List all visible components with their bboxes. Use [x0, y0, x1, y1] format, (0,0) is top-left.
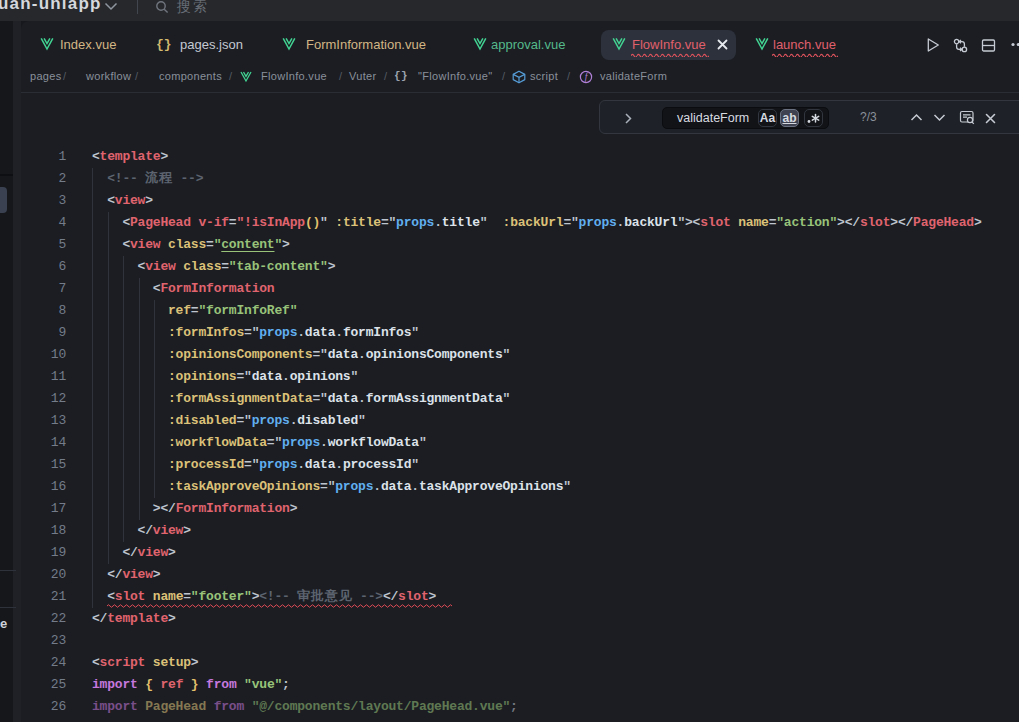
svg-text:f: f — [585, 72, 589, 82]
